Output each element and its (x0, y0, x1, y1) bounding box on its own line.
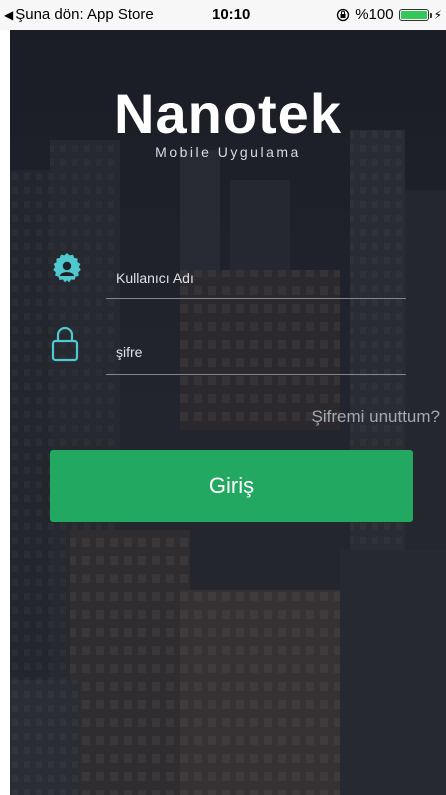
back-to-app-store[interactable]: ◀ Şuna dön: App Store (4, 6, 154, 23)
forgot-password-link[interactable]: Şifremi unuttum? (312, 407, 441, 427)
password-input[interactable]: şifre (116, 344, 142, 360)
orientation-lock-icon (337, 8, 350, 21)
battery-icon (398, 8, 432, 21)
login-button[interactable]: Giriş (50, 450, 413, 522)
username-input[interactable]: Kullanıcı Adı (116, 270, 194, 286)
user-icon (53, 253, 81, 283)
status-right: %100 ⚡ (336, 6, 442, 23)
lock-icon (51, 326, 79, 362)
username-underline (106, 298, 406, 299)
bolt-icon: ⚡ (433, 7, 442, 22)
app-logo: Nanotek (114, 82, 342, 145)
login-screen: Nanotek Mobile Uygulama Kullanıcı Adı şi… (10, 30, 446, 795)
status-time: 10:10 (212, 6, 251, 23)
back-arrow-icon: ◀ (4, 7, 14, 22)
status-bar: ◀ Şuna dön: App Store 10:10 %100 ⚡ (0, 0, 446, 30)
password-underline (106, 374, 406, 375)
back-label: Şuna dön: App Store (15, 6, 154, 23)
battery-percent: %100 (355, 6, 394, 23)
battery-fill (400, 10, 427, 19)
app-tagline: Mobile Uygulama (155, 144, 301, 160)
